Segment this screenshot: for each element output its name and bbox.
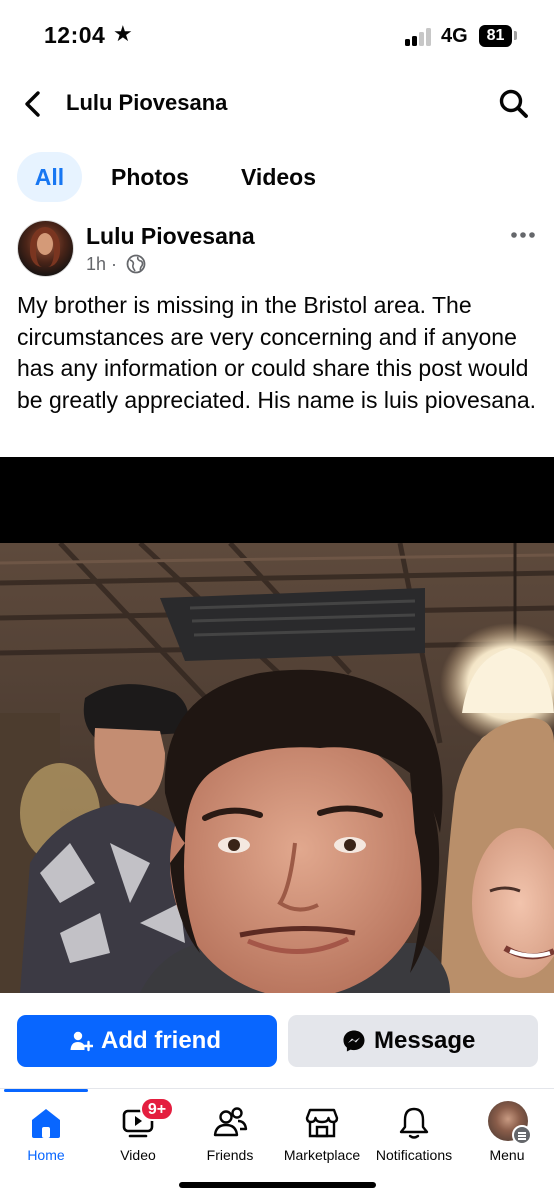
tab-photos[interactable]: Photos: [111, 152, 189, 202]
nav-home[interactable]: Home: [0, 1099, 96, 1169]
nav-notifications[interactable]: Notifications: [364, 1099, 464, 1169]
photo-letterbox: [0, 457, 554, 543]
focus-star-icon: ★: [113, 21, 133, 46]
add-friend-label: Add friend: [101, 1027, 221, 1054]
chevron-left-icon[interactable]: [20, 90, 46, 118]
home-indicator: [179, 1182, 376, 1188]
photo-illustration: [0, 543, 554, 993]
nav-friends[interactable]: Friends: [180, 1099, 280, 1169]
nav-home-label: Home: [27, 1147, 65, 1163]
message-label: Message: [374, 1027, 476, 1054]
nav-notifications-label: Notifications: [375, 1147, 453, 1163]
menu-lines-icon: [512, 1125, 532, 1145]
active-tab-indicator: [4, 1089, 88, 1092]
marketplace-icon: [305, 1108, 339, 1138]
battery-icon: 81: [479, 25, 512, 47]
nav-video[interactable]: 9+ Video: [88, 1097, 188, 1169]
network-type: 4G: [441, 25, 468, 47]
nav-friends-label: Friends: [206, 1147, 254, 1163]
tab-all[interactable]: All: [17, 152, 82, 202]
add-friend-icon: [70, 1031, 93, 1052]
tab-videos[interactable]: Videos: [241, 152, 316, 202]
nav-marketplace[interactable]: Marketplace: [272, 1099, 372, 1169]
status-bar: 12:04 ★ 4G 81: [0, 0, 554, 70]
video-badge: 9+: [140, 1097, 174, 1121]
add-friend-button[interactable]: Add friend: [17, 1015, 277, 1067]
message-button[interactable]: Message: [288, 1015, 538, 1067]
cellular-signal-icon: [405, 28, 435, 46]
search-icon[interactable]: [498, 88, 530, 120]
post-text: My brother is missing in the Bristol are…: [17, 292, 537, 413]
nav-video-label: Video: [120, 1147, 156, 1163]
home-icon: [32, 1109, 60, 1138]
friends-icon: [213, 1107, 248, 1137]
post-photo[interactable]: [0, 543, 554, 993]
more-horizontal-icon[interactable]: [510, 231, 536, 239]
content-tabs: All Photos Videos: [0, 152, 554, 204]
status-time: 12:04: [44, 22, 106, 48]
profile-header: Lulu Piovesana: [0, 78, 554, 130]
nav-menu[interactable]: Menu: [457, 1099, 554, 1169]
messenger-icon: [343, 1030, 365, 1052]
post-author-name[interactable]: Lulu Piovesana: [86, 223, 255, 250]
post-meta: 1h ·: [86, 254, 117, 275]
nav-menu-label: Menu: [489, 1147, 525, 1163]
globe-icon: [126, 254, 146, 274]
author-avatar[interactable]: [17, 220, 74, 277]
meta-separator: ·: [111, 254, 118, 274]
post-time[interactable]: 1h: [86, 254, 106, 274]
bell-icon: [399, 1107, 429, 1139]
nav-marketplace-label: Marketplace: [283, 1147, 361, 1163]
battery-tip: [514, 31, 517, 40]
page-title: Lulu Piovesana: [66, 90, 228, 115]
